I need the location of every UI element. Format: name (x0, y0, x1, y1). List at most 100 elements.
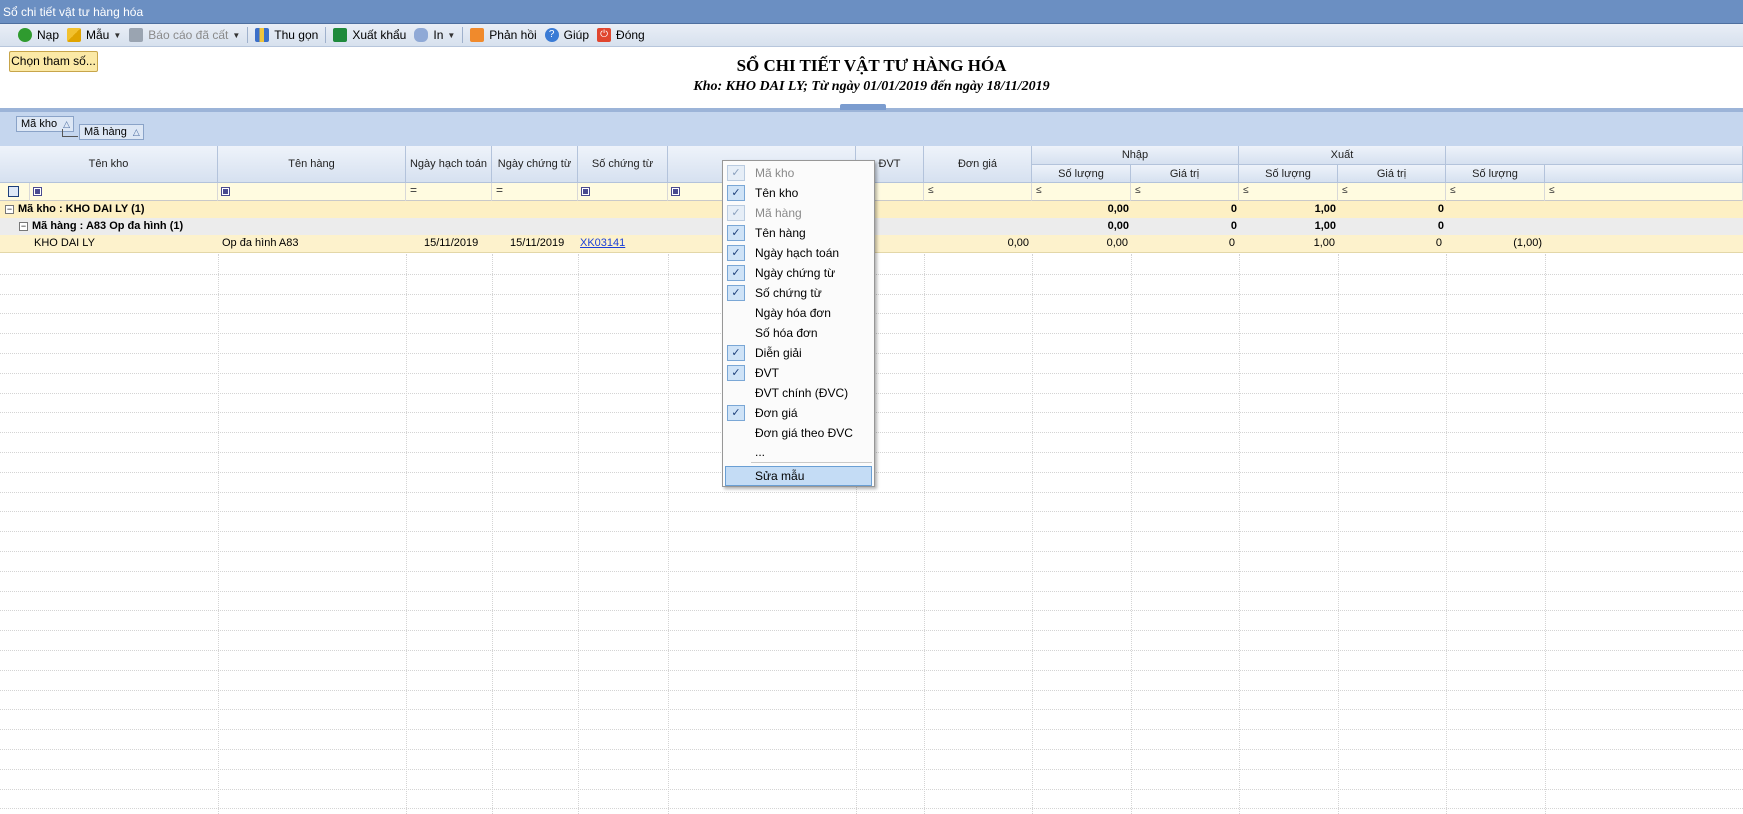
cell-so-chung-tu-link[interactable]: XK03141 (580, 237, 625, 249)
filter-contains-icon (581, 187, 590, 196)
menu-item-dien-giai[interactable]: ✓ Diễn giải (725, 343, 872, 363)
col-header-don-gia[interactable]: Đơn giá (924, 146, 1032, 183)
chevron-down-icon[interactable]: ▼ (113, 31, 121, 40)
menu-item-so-hoa-don[interactable]: Số hóa đơn (725, 323, 872, 343)
grid-row-line (0, 610, 1743, 611)
filter-nhap-gia-tri[interactable]: ≤ (1131, 183, 1239, 201)
template-icon (67, 28, 82, 42)
col-header-nhap-so-luong[interactable]: Số lượng (1032, 165, 1131, 183)
menu-item-ten-hang[interactable]: ✓ Tên hàng (725, 223, 872, 243)
group-nhap-gia-tri: 0 (1230, 203, 1237, 215)
cell-ten-hang: Op đa hình A83 (222, 237, 299, 249)
collapse-header-handle[interactable] (840, 100, 886, 110)
filter-ton-gia-tri[interactable]: ≤ (1545, 183, 1743, 201)
reload-button[interactable]: Nạp (14, 25, 63, 46)
cell-ten-kho: KHO DAI LY (34, 237, 95, 249)
menu-item-label: Số chứng từ (755, 286, 822, 300)
close-button[interactable]: ⏻ Đóng (593, 25, 649, 46)
menu-item-ngay-chung-tu[interactable]: ✓ Ngày chứng từ (725, 263, 872, 283)
filter-don-gia[interactable]: ≤ (924, 183, 1032, 201)
print-label: In (433, 28, 444, 42)
menu-item-dvt[interactable]: ✓ ĐVT (725, 363, 872, 383)
col-header-ten-hang[interactable]: Tên hàng (218, 146, 406, 183)
saved-reports-button[interactable]: Báo cáo đã cất ▼ (125, 25, 244, 46)
menu-item-ma-hang[interactable]: ✓ Mã hàng (725, 203, 872, 223)
filter-nhap-so-luong[interactable]: ≤ (1032, 183, 1131, 201)
feedback-button[interactable]: Phản hồi (466, 25, 540, 46)
menu-item-label: Ngày hóa đơn (755, 306, 831, 320)
menu-item-label: ... (755, 445, 766, 459)
group-nhap-so-luong: 0,00 (1107, 220, 1129, 232)
col-header-ngay-chung-tu[interactable]: Ngày chứng từ (492, 146, 578, 183)
group-chip-ma-hang[interactable]: Mã hàng △ (79, 124, 144, 140)
check-icon: ✓ (727, 185, 745, 201)
menu-item-don-gia-theo-dvc[interactable]: Đơn giá theo ĐVC (725, 423, 872, 443)
help-button[interactable]: ? Giúp (541, 25, 593, 46)
export-button[interactable]: Xuất khẩu (329, 25, 410, 46)
collapse-icon[interactable]: − (19, 222, 28, 231)
col-header-nhap-gia-tri[interactable]: Giá trị (1131, 165, 1239, 183)
col-header-ngay-hach-toan[interactable]: Ngày hạch toán (406, 146, 492, 183)
filter-ten-kho[interactable] (30, 183, 218, 201)
col-header-xuat-so-luong[interactable]: Số lượng (1239, 165, 1338, 183)
check-icon: ✓ (727, 245, 745, 261)
check-icon: ✓ (727, 205, 745, 221)
grid-col-line (1338, 254, 1339, 814)
filter-operator: ≤ (1135, 185, 1141, 196)
check-icon: ✓ (727, 345, 745, 361)
print-icon (414, 28, 429, 42)
chevron-down-icon[interactable]: ▼ (232, 31, 240, 40)
filter-ten-hang[interactable] (218, 183, 406, 201)
col-header-ten-kho[interactable]: Tên kho (0, 146, 218, 183)
filter-ngay-chung-tu[interactable]: = (492, 183, 578, 201)
menu-item-ngay-hoa-don[interactable]: Ngày hóa đơn (725, 303, 872, 323)
cell-xuat-so-luong: 1,00 (1313, 237, 1335, 249)
menu-item-edit-template[interactable]: Sửa mẫu (725, 466, 872, 486)
menu-item-dvt-chinh[interactable]: ĐVT chính (ĐVC) (725, 383, 872, 403)
menu-item-so-chung-tu[interactable]: ✓ Số chứng từ (725, 283, 872, 303)
menu-item-more[interactable]: ... (725, 442, 872, 462)
col-header-ton[interactable] (1446, 146, 1743, 165)
collapse-icon[interactable]: − (5, 205, 14, 214)
col-header-ton-gia-tri[interactable] (1545, 165, 1743, 183)
col-header-nhap[interactable]: Nhập (1032, 146, 1239, 165)
check-icon: ✓ (727, 365, 745, 381)
filter-ton-so-luong[interactable]: ≤ (1446, 183, 1545, 201)
grid-col-line (1131, 254, 1132, 814)
cell-nhap-gia-tri: 0 (1228, 237, 1235, 249)
grid-col-line (1239, 254, 1240, 814)
close-icon: ⏻ (597, 28, 612, 42)
grid-row-line (0, 591, 1743, 592)
collapse-button[interactable]: Thu gọn (251, 25, 322, 46)
group-xuat-so-luong: 1,00 (1314, 220, 1336, 232)
cell-ton-so-luong: (1,00) (1513, 237, 1542, 249)
menu-item-ma-kho[interactable]: ✓ Mã kho (725, 163, 872, 183)
group-xuat-gia-tri: 0 (1437, 203, 1444, 215)
filter-xuat-gia-tri[interactable]: ≤ (1338, 183, 1446, 201)
template-button[interactable]: Mẫu ▼ (63, 25, 125, 46)
column-chooser-menu: ✓ Mã kho ✓ Tên kho ✓ Mã hàng ✓ Tên hàng ✓ Ngà… (722, 160, 875, 487)
check-icon: ✓ (727, 285, 745, 301)
grid-row-line (0, 789, 1743, 790)
filter-xuat-so-luong[interactable]: ≤ (1239, 183, 1338, 201)
print-button[interactable]: In ▼ (410, 25, 459, 46)
group-xuat-gia-tri: 0 (1437, 220, 1444, 232)
menu-item-ten-kho[interactable]: ✓ Tên kho (725, 183, 872, 203)
col-header-xuat-gia-tri[interactable]: Giá trị (1338, 165, 1446, 183)
cell-ngay-chung-tu: 15/11/2019 (510, 237, 565, 249)
grid-col-line (406, 254, 407, 814)
filter-so-chung-tu[interactable] (578, 183, 668, 201)
col-header-ton-so-luong[interactable]: Số lượng (1446, 165, 1545, 183)
chevron-down-icon[interactable]: ▼ (447, 31, 455, 40)
close-label: Đóng (616, 28, 645, 42)
menu-item-don-gia[interactable]: ✓ Đơn giá (725, 403, 872, 423)
grid-row-line (0, 650, 1743, 651)
filter-ngay-hach-toan[interactable]: = (406, 183, 492, 201)
choose-params-button[interactable]: Chọn tham số... (9, 51, 98, 72)
col-header-so-chung-tu[interactable]: Số chứng từ (578, 146, 668, 183)
col-header-xuat[interactable]: Xuất (1239, 146, 1446, 165)
export-label: Xuất khẩu (352, 28, 407, 42)
menu-item-ngay-hach-toan[interactable]: ✓ Ngày hạch toán (725, 243, 872, 263)
menu-item-label: Diễn giải (755, 346, 802, 360)
filter-editor-button[interactable] (0, 183, 30, 201)
